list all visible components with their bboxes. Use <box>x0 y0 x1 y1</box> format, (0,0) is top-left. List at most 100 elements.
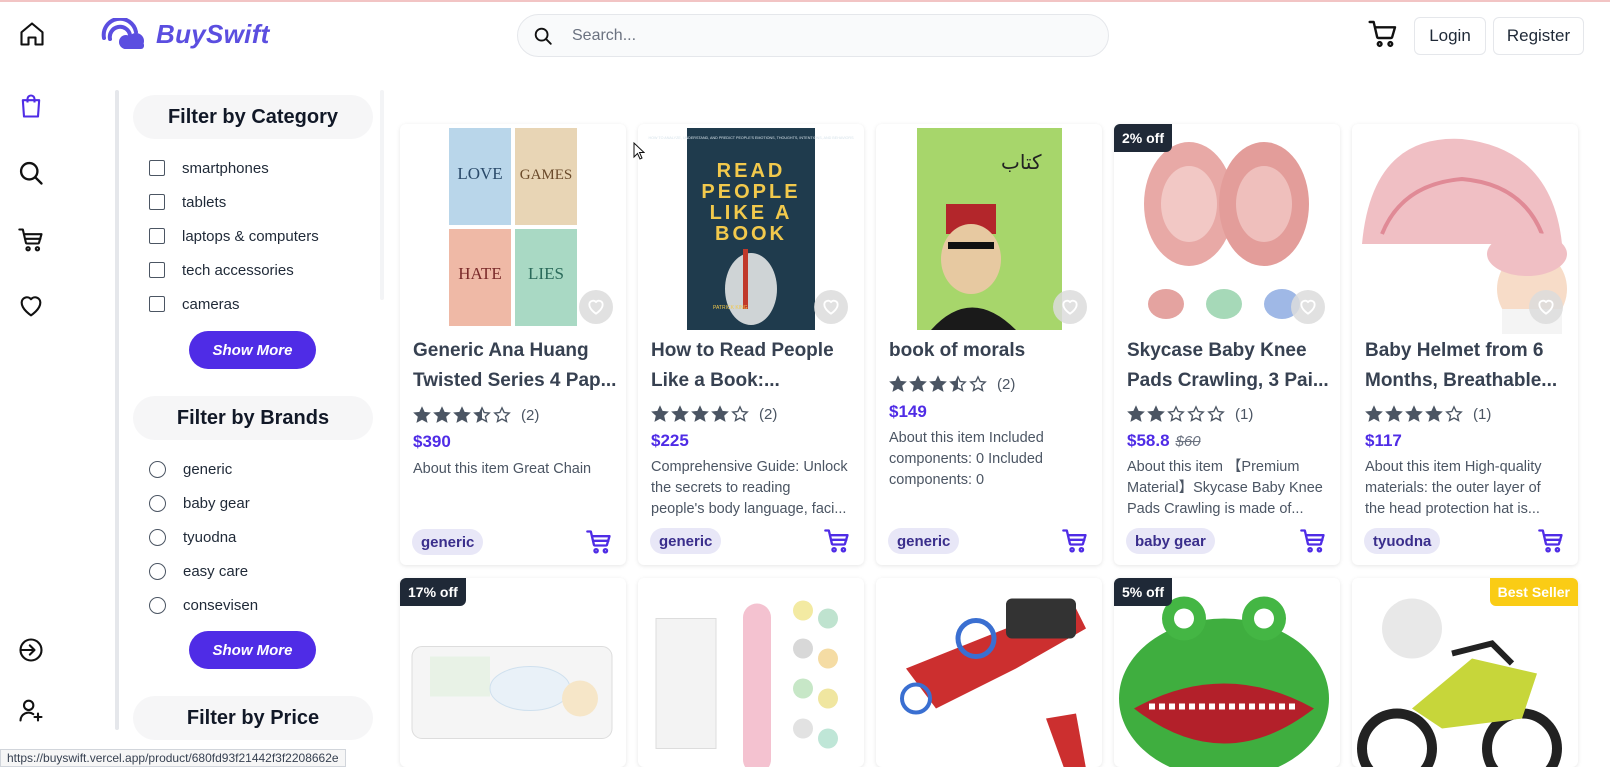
product-image[interactable] <box>1114 578 1340 767</box>
user-plus-icon[interactable] <box>17 696 45 724</box>
filter-scrollbar[interactable] <box>380 90 384 300</box>
product-image[interactable] <box>1352 578 1578 767</box>
product-title[interactable]: How to Read People Like a Book:... <box>651 336 856 396</box>
brand-tag[interactable]: generic <box>888 528 960 554</box>
rating-stars: (2) <box>889 375 1015 393</box>
radio[interactable] <box>149 528 166 546</box>
brands-show-more-button[interactable]: Show More <box>189 631 316 669</box>
add-to-cart-icon[interactable] <box>822 527 852 555</box>
search-bar[interactable] <box>517 14 1109 57</box>
product-card[interactable] <box>638 578 864 767</box>
add-to-cart-icon[interactable] <box>1060 527 1090 555</box>
search-icon[interactable] <box>17 159 45 187</box>
cart-icon[interactable] <box>17 226 45 254</box>
brand-option-tyuodna[interactable]: tyuodna <box>149 525 236 549</box>
checkbox[interactable] <box>149 160 165 176</box>
svg-text:كتاب: كتاب <box>1001 150 1042 174</box>
radio[interactable] <box>149 494 166 512</box>
wishlist-heart-button[interactable] <box>814 290 848 324</box>
product-card[interactable]: كتاب book of morals (2) $149 About this … <box>876 124 1102 565</box>
book-cover-title-line: PEOPLE <box>701 181 800 203</box>
radio[interactable] <box>149 460 166 478</box>
product-description: About this item Great Chain <box>413 461 592 477</box>
checkbox[interactable] <box>149 262 165 278</box>
product-price: $390 <box>413 432 451 451</box>
category-option-tech-accessories[interactable]: tech accessories <box>149 258 294 282</box>
book-cover-title-line: READ <box>717 160 786 182</box>
wishlist-heart-button[interactable] <box>579 290 613 324</box>
search-input[interactable] <box>572 26 1072 45</box>
book-cover-title-line: LIKE A <box>710 202 793 224</box>
product-title[interactable]: book of morals <box>889 336 1094 366</box>
wishlist-heart-button[interactable] <box>1053 290 1087 324</box>
category-option-cameras[interactable]: cameras <box>149 292 240 316</box>
product-price: $58.8 $60 <box>1127 431 1201 450</box>
product-image[interactable] <box>400 578 626 767</box>
product-card[interactable] <box>876 578 1102 767</box>
brand-option-generic[interactable]: generic <box>149 457 232 481</box>
heart-icon <box>588 299 604 315</box>
shopping-bag-icon[interactable] <box>17 92 45 120</box>
star-icon <box>433 406 451 423</box>
add-to-cart-icon[interactable] <box>1536 527 1566 555</box>
checkbox[interactable] <box>149 228 165 244</box>
register-button[interactable]: Register <box>1493 17 1584 55</box>
category-option-smartphones[interactable]: smartphones <box>149 156 269 180</box>
wishlist-heart-button[interactable] <box>1529 290 1563 324</box>
star-icon <box>1167 405 1185 422</box>
svg-text:LIES: LIES <box>528 264 564 283</box>
checkbox[interactable] <box>149 194 165 210</box>
heart-icon <box>1300 299 1316 315</box>
product-card[interactable]: Best Seller <box>1352 578 1578 767</box>
product-title[interactable]: Generic Ana Huang Twisted Series 4 Pap..… <box>413 336 618 396</box>
brand-tag[interactable]: generic <box>650 528 722 554</box>
logout-icon[interactable] <box>17 636 45 664</box>
star-icon <box>651 405 669 422</box>
add-to-cart-icon[interactable] <box>584 528 614 556</box>
login-button[interactable]: Login <box>1414 17 1486 55</box>
product-card[interactable]: Baby Helmet from 6 Months, Breathable...… <box>1352 124 1578 565</box>
wishlist-heart-button[interactable] <box>1291 290 1325 324</box>
add-to-cart-icon[interactable] <box>1298 527 1328 555</box>
star-icon <box>1445 405 1463 422</box>
cart-icon[interactable] <box>1367 18 1399 50</box>
product-image[interactable] <box>876 578 1102 767</box>
link-status-bar: https://buyswift.vercel.app/product/680f… <box>0 749 346 767</box>
brand-option-easy-care[interactable]: easy care <box>149 559 248 583</box>
brand-option-consevisen[interactable]: consevisen <box>149 593 258 617</box>
radio[interactable] <box>149 596 166 614</box>
category-option-tablets[interactable]: tablets <box>149 190 226 214</box>
brand-option-baby-gear[interactable]: baby gear <box>149 491 250 515</box>
category-option-laptops[interactable]: laptops & computers <box>149 224 319 248</box>
heart-icon <box>823 299 839 315</box>
brand-tag[interactable]: baby gear <box>1126 528 1215 554</box>
brand-tag[interactable]: generic <box>412 529 484 555</box>
rating-stars: (1) <box>1365 405 1491 423</box>
category-show-more-button[interactable]: Show More <box>189 331 316 369</box>
product-card[interactable]: LOVE GAMES HATE LIES Generic Ana Huang T… <box>400 124 626 565</box>
original-price: $60 <box>1175 433 1201 450</box>
sidebar-scrollbar[interactable] <box>115 90 119 730</box>
star-icon <box>1207 405 1225 422</box>
home-icon[interactable] <box>18 20 46 48</box>
brand-tag[interactable]: tyuodna <box>1364 528 1441 554</box>
product-card[interactable]: 17% off <box>400 578 626 767</box>
rating-stars: (2) <box>413 406 539 424</box>
heart-icon[interactable] <box>17 292 45 320</box>
product-title[interactable]: Skycase Baby Knee Pads Crawling, 3 Pai..… <box>1127 336 1332 396</box>
product-title[interactable]: Baby Helmet from 6 Months, Breathable... <box>1365 336 1570 396</box>
product-price: $117 <box>1365 431 1402 450</box>
brand-logo[interactable]: BuySwift <box>100 18 270 50</box>
product-card[interactable]: 2% off Skycase Baby Knee Pads Crawling, … <box>1114 124 1340 565</box>
checkbox[interactable] <box>149 296 165 312</box>
rating-stars: (2) <box>651 405 777 423</box>
radio[interactable] <box>149 562 166 580</box>
product-image[interactable] <box>638 578 864 767</box>
product-card[interactable]: HOW TO ANALYZE, UNDERSTAND, AND PREDICT … <box>638 124 864 565</box>
book-cover-author: PATRICK KING <box>713 305 748 311</box>
book-cover-tagline: HOW TO ANALYZE, UNDERSTAND, AND PREDICT … <box>648 136 854 140</box>
product-card[interactable]: 5% off <box>1114 578 1340 767</box>
star-icon <box>711 405 729 422</box>
star-icon <box>1147 405 1165 422</box>
mouse-cursor-icon <box>633 142 645 160</box>
